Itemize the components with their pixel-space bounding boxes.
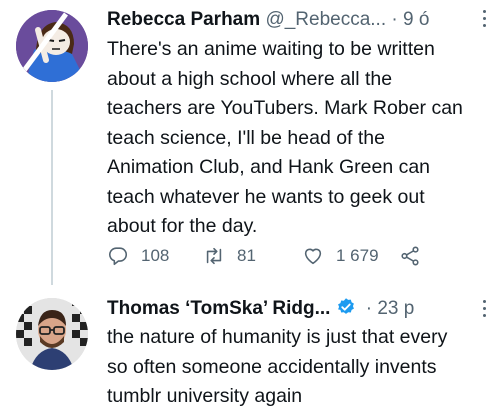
thread-line [51,90,53,285]
text-line: about a high school where all the [107,67,393,90]
author-name[interactable]: Thomas ‘TomSka’ Ridg... [107,298,330,319]
like-icon [304,248,322,265]
avatar-illustration [16,10,88,82]
tweet-text: the nature of humanity is just that ever… [107,323,492,412]
author-name[interactable]: Rebecca Parham [107,9,260,30]
share-icon [401,246,419,266]
more-icon[interactable] [480,10,488,32]
like-button[interactable]: 1 679 [302,242,379,270]
author-handle[interactable]: @_Rebecca... [265,9,386,30]
retweet-button[interactable]: 81 [203,242,256,270]
tweet-header: Thomas ‘TomSka’ Ridg... · 23 p [107,297,414,321]
tweet-text: There's an anime waiting to be written a… [107,35,492,242]
like-count: 1 679 [336,246,379,265]
avatar-illustration [16,298,88,370]
retweet-count: 81 [237,246,256,265]
reply-count: 108 [141,246,170,265]
text-line: the nature of humanity is just that ever… [107,326,448,348]
reply-button[interactable]: 108 [107,242,169,270]
retweet-icon [206,247,222,265]
text-line: teach whatever he wants to geek out [107,185,425,208]
avatar-tomska[interactable] [16,298,88,370]
more-icon[interactable] [480,300,488,322]
timestamp[interactable]: · 9 ó [391,9,429,30]
text-line: There's an anime waiting to be written [107,38,435,60]
text-line: about for the day. [107,215,258,237]
text-line: so often someone accidentally invents [107,355,437,378]
verified-icon [338,298,355,314]
avatar-rebecca[interactable] [16,10,88,82]
share-button[interactable] [399,242,421,270]
tweet-1[interactable]: Rebecca Parham @_Rebecca... · 9 ó There'… [0,0,500,290]
text-line: tumblr university again [107,385,303,407]
tweet-2[interactable]: Thomas ‘TomSka’ Ridg... · 23 p the natur… [0,290,500,411]
timestamp[interactable]: · 23 p [366,298,415,319]
action-bar: 108 81 1 679 [107,242,467,270]
text-line: teachers are YouTubers. Mark Rober can [107,97,463,119]
tweet-header: Rebecca Parham @_Rebecca... · 9 ó [107,8,429,32]
reply-icon [109,247,128,266]
text-line: Animation Club, and Hank Green can [107,156,431,178]
text-line: teach science, I'll be head of the [107,126,385,149]
